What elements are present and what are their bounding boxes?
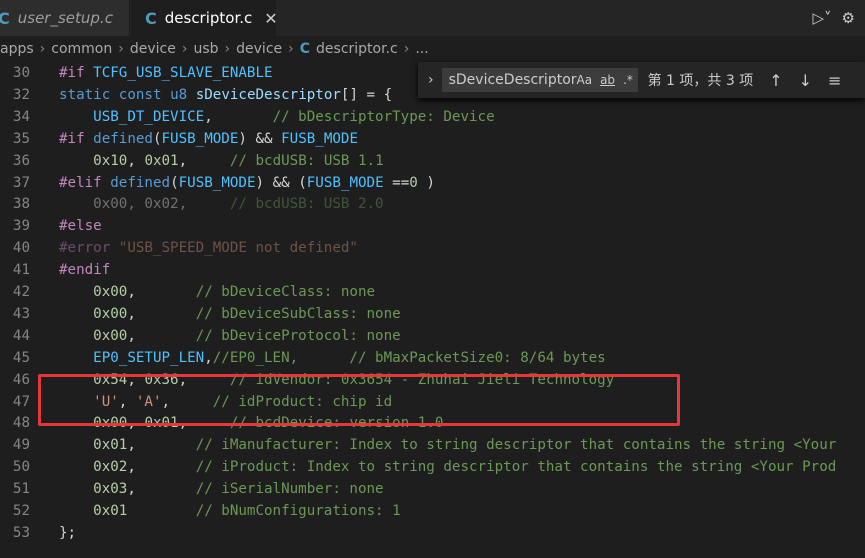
whole-word-icon[interactable]: ab: [600, 73, 615, 87]
code-line[interactable]: 43 0x00, // bDeviceSubClass: none: [0, 303, 865, 325]
code-text: 0x00, // bDeviceClass: none: [93, 284, 376, 300]
code-line[interactable]: 40 #error "USB_SPEED_MODE not defined": [0, 237, 865, 259]
toggle-replace-icon[interactable]: ›: [428, 72, 434, 88]
line-number: 52: [12, 503, 30, 519]
line-number: 49: [12, 437, 30, 454]
code-text: #error "USB_SPEED_MODE not defined": [59, 240, 358, 257]
code-line[interactable]: 50 0x02, // iProduct: Index to string de…: [0, 456, 865, 478]
previous-match-icon[interactable]: ↑: [769, 71, 782, 90]
line-number: 46: [12, 371, 30, 388]
code-text: 0x02, // iProduct: Index to string descr…: [93, 459, 837, 476]
line-number: 48: [12, 415, 30, 432]
line-number: 53: [12, 524, 30, 541]
line-number: 37: [12, 174, 30, 191]
code-text: };: [59, 524, 77, 541]
code-line[interactable]: 42 0x00, // bDeviceClass: none: [0, 281, 865, 303]
line-number: 44: [12, 327, 30, 344]
highlight-box: [38, 374, 680, 426]
line-number: 50: [12, 459, 30, 476]
code-text: 0x00, // bDeviceProtocol: none: [93, 327, 401, 344]
code-text: 0x03, // iSerialNumber: none: [93, 481, 384, 498]
find-in-selection-icon[interactable]: ≡: [828, 71, 841, 90]
find-term[interactable]: sDeviceDescriptor: [449, 72, 577, 88]
code-text: #if defined(FUSB_MODE) && FUSB_MODE: [59, 130, 358, 147]
code-line[interactable]: 49 0x01, // iManufacturer: Index to stri…: [0, 434, 865, 456]
code-line[interactable]: 45 EP0_SETUP_LEN,//EP0_LEN, // bMaxPacke…: [0, 347, 865, 369]
line-number: 36: [12, 152, 30, 169]
breadcrumb-usb[interactable]: usb: [193, 41, 218, 57]
code-text: 0x00, 0x02, // bcdUSB: USB 2.0: [59, 196, 384, 213]
line-number: 34: [12, 108, 30, 125]
run-debug-icon[interactable]: ▷˅: [813, 9, 832, 27]
code-line[interactable]: 44 0x00, // bDeviceProtocol: none: [0, 325, 865, 347]
code-line[interactable]: 53};: [0, 522, 865, 544]
code-line[interactable]: 38 0x00, 0x02, // bcdUSB: USB 2.0: [0, 193, 865, 215]
code-line[interactable]: 35 #if defined(FUSB_MODE) && FUSB_MODE: [0, 128, 865, 150]
code-text: #if TCFG_USB_SLAVE_ENABLE: [59, 65, 273, 81]
code-text: USB_DT_DEVICE, // bDescriptorType: Devic…: [93, 108, 495, 125]
tab-bar: C user_setup.c C descriptor.c ✕ ▷˅ ⚙: [0, 0, 865, 36]
code-text: #elif defined(FUSB_MODE) && (FUSB_MODE =…: [59, 174, 435, 191]
line-number: 45: [12, 349, 30, 366]
c-file-icon: C: [0, 8, 10, 28]
code-text: static const u8 sDeviceDescriptor[] = {: [59, 86, 393, 103]
breadcrumb-device[interactable]: device: [130, 41, 176, 57]
find-widget: › sDeviceDescriptor Aa ab .* 第 1 项，共 3 项…: [418, 62, 865, 98]
match-case-icon[interactable]: Aa: [577, 73, 593, 87]
c-file-icon: C: [299, 41, 311, 57]
match-count: 第 1 项，共 3 项: [647, 73, 754, 89]
tab-user-setup[interactable]: C user_setup.c: [0, 0, 130, 36]
line-number: 38: [12, 196, 30, 213]
tab-label: descriptor.c: [164, 9, 253, 27]
code-text: #endif: [59, 262, 111, 279]
code-line[interactable]: 36 0x10, 0x01, // bcdUSB: USB 1.1: [0, 150, 865, 172]
code-text: 0x10, 0x01, // bcdUSB: USB 1.1: [93, 152, 384, 169]
code-line[interactable]: 41 #endif: [0, 259, 865, 281]
c-file-icon: C: [145, 8, 157, 28]
tab-descriptor[interactable]: C descriptor.c ✕: [131, 0, 278, 36]
breadcrumb-file[interactable]: descriptor.c: [316, 41, 398, 57]
code-text: 0x01, // iManufacturer: Index to string …: [93, 437, 837, 454]
line-number: 41: [12, 262, 30, 279]
code-text: #else: [59, 218, 102, 235]
line-number: 32: [12, 86, 30, 103]
line-number: 30: [12, 65, 30, 81]
line-number: 43: [12, 305, 30, 322]
gear-icon[interactable]: ⚙: [842, 9, 855, 27]
breadcrumb-apps[interactable]: apps: [0, 41, 34, 57]
code-line[interactable]: 52 0x01 // bNumConfigurations: 1: [0, 500, 865, 522]
code-line[interactable]: 37 #elif defined(FUSB_MODE) && (FUSB_MODE…: [0, 172, 865, 194]
close-icon[interactable]: ✕: [264, 9, 277, 28]
find-input[interactable]: sDeviceDescriptor Aa ab .*: [441, 68, 638, 92]
code-editor[interactable]: 30 #if TCFG_USB_SLAVE_ENABLE 32 static cons…: [0, 62, 865, 558]
breadcrumb-device-2[interactable]: device: [236, 41, 282, 57]
breadcrumb: apps › common › device › usb › device › C des…: [0, 41, 429, 57]
tab-label: user_setup.c: [17, 9, 113, 27]
line-number: 47: [12, 393, 30, 410]
code-line[interactable]: 51 0x03, // iSerialNumber: none: [0, 478, 865, 500]
next-match-icon[interactable]: ↓: [799, 71, 812, 90]
line-number: 42: [12, 284, 30, 300]
breadcrumb-common[interactable]: common: [51, 41, 112, 57]
code-line[interactable]: 39 #else: [0, 215, 865, 237]
line-number: 39: [12, 218, 30, 235]
line-number: 40: [12, 240, 30, 257]
code-text: 0x01 // bNumConfigurations: 1: [93, 503, 401, 519]
regex-icon[interactable]: .*: [623, 73, 633, 87]
code-line[interactable]: 34 USB_DT_DEVICE, // bDescriptorType: De…: [0, 106, 865, 128]
line-number: 51: [12, 481, 30, 498]
editor-actions: ▷˅ ⚙: [813, 0, 865, 36]
line-number: 35: [12, 130, 30, 147]
code-text: 0x00, // bDeviceSubClass: none: [93, 305, 401, 322]
code-text: EP0_SETUP_LEN,//EP0_LEN, // bMaxPacketSi…: [93, 349, 606, 366]
breadcrumb-symbol[interactable]: ...: [415, 41, 428, 57]
